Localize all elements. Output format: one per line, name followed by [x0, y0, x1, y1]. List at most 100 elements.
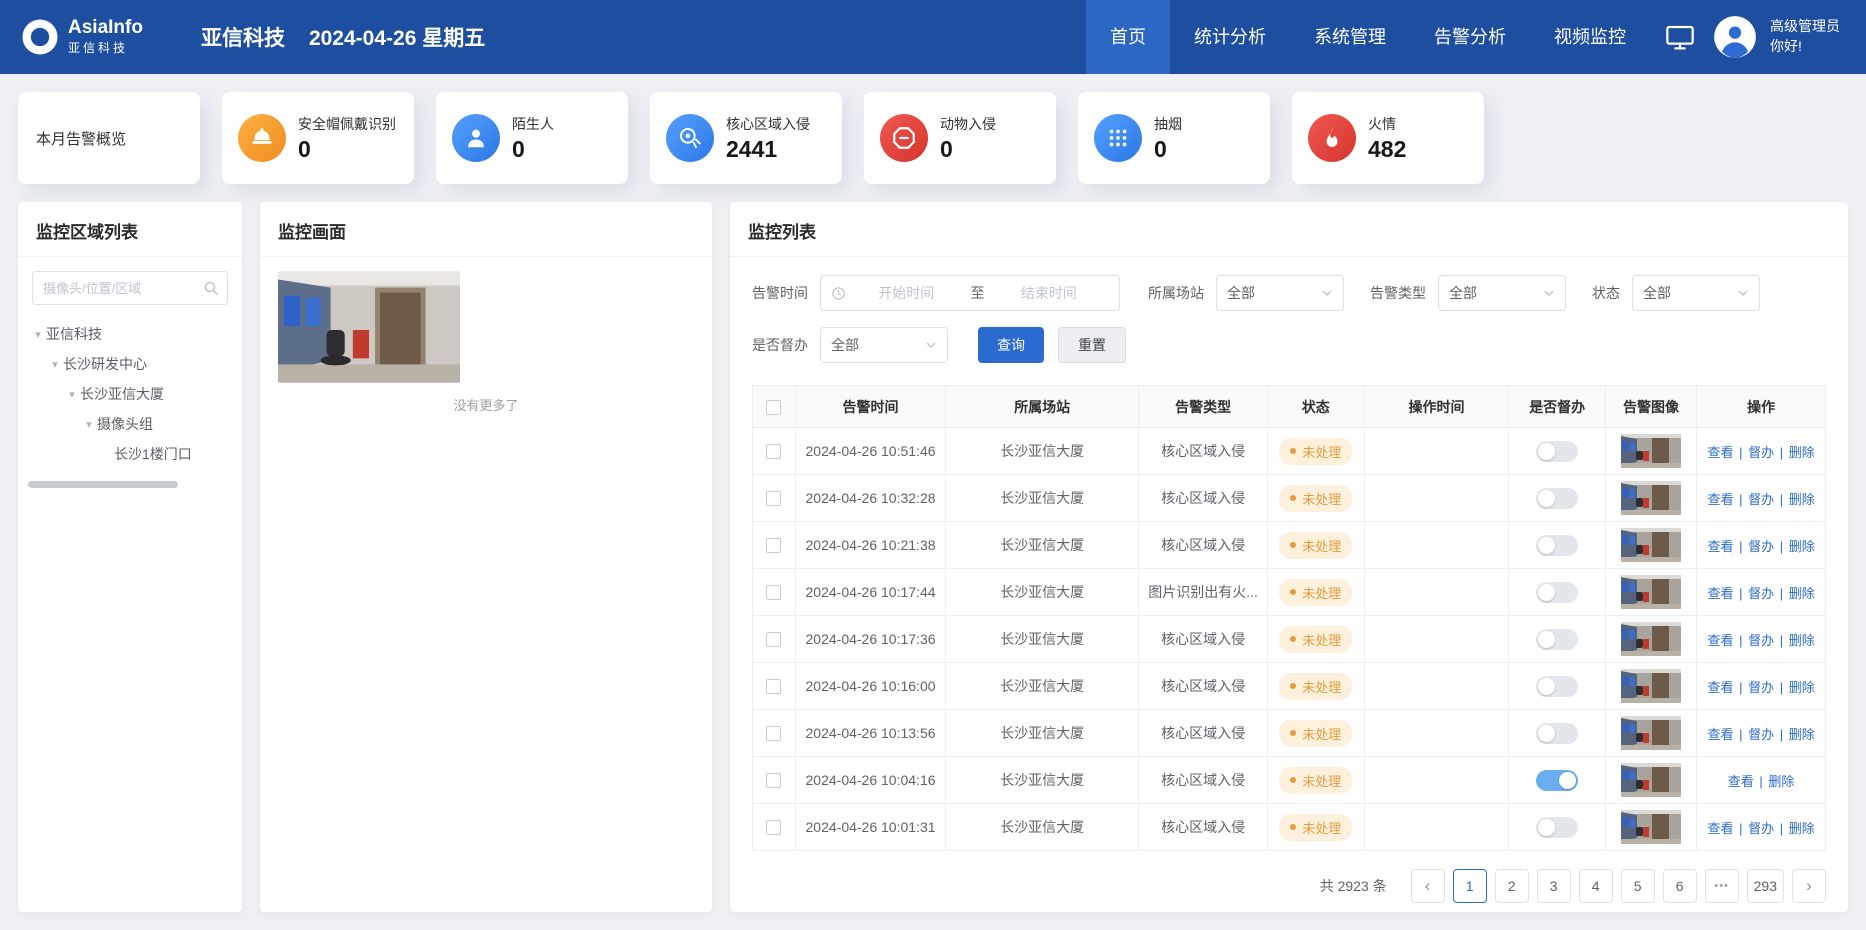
supervise-toggle[interactable]: [1536, 817, 1578, 838]
tree-node[interactable]: ▾ 长沙亚信大厦: [26, 379, 238, 409]
search-input[interactable]: [32, 271, 228, 305]
status-select[interactable]: 全部: [1632, 275, 1760, 311]
row-action-supervise[interactable]: 督办: [1748, 492, 1774, 507]
row-checkbox[interactable]: [766, 820, 781, 835]
row-action-supervise[interactable]: 督办: [1748, 633, 1774, 648]
tree-node[interactable]: ▾ 长沙研发中心: [26, 349, 238, 379]
nav-item-video-monitor[interactable]: 视频监控: [1530, 0, 1650, 74]
tree-expand-icon[interactable]: ▾: [64, 388, 80, 401]
alarm-image-thumbnail[interactable]: [1621, 481, 1681, 515]
page-button-5[interactable]: 5: [1621, 869, 1655, 903]
row-action-delete[interactable]: 删除: [1789, 445, 1815, 460]
alarm-image-thumbnail[interactable]: [1621, 669, 1681, 703]
row-action-supervise[interactable]: 督办: [1748, 821, 1774, 836]
next-page-button[interactable]: ›: [1792, 869, 1826, 903]
row-action-supervise[interactable]: 督办: [1748, 727, 1774, 742]
row-checkbox[interactable]: [766, 632, 781, 647]
row-action-view[interactable]: 查看: [1707, 586, 1733, 601]
station-select[interactable]: 全部: [1216, 275, 1344, 311]
nav-item-statistics[interactable]: 统计分析: [1170, 0, 1290, 74]
alarm-image-thumbnail[interactable]: [1621, 622, 1681, 656]
page-button-1[interactable]: 1: [1453, 869, 1487, 903]
supervise-toggle[interactable]: [1536, 770, 1578, 791]
row-action-delete[interactable]: 删除: [1789, 727, 1815, 742]
alarm-image-thumbnail[interactable]: [1621, 528, 1681, 562]
tree-node[interactable]: ▾ 摄像头组: [26, 409, 238, 439]
row-checkbox[interactable]: [766, 773, 781, 788]
supervise-toggle[interactable]: [1536, 441, 1578, 462]
date-range-picker[interactable]: 开始时间 至 结束时间: [820, 275, 1120, 311]
prev-page-button[interactable]: ‹: [1411, 869, 1445, 903]
tree-expand-icon[interactable]: ▾: [30, 328, 46, 341]
page-button-6[interactable]: 6: [1663, 869, 1697, 903]
search-icon[interactable]: [203, 280, 219, 296]
supervise-select[interactable]: 全部: [820, 327, 948, 363]
row-checkbox[interactable]: [766, 726, 781, 741]
row-action-view[interactable]: 查看: [1707, 821, 1733, 836]
row-action-supervise[interactable]: 督办: [1748, 539, 1774, 554]
row-action-view[interactable]: 查看: [1707, 680, 1733, 695]
tree-expand-icon[interactable]: ▾: [81, 418, 97, 431]
alarm-image-thumbnail[interactable]: [1621, 575, 1681, 609]
row-action-view[interactable]: 查看: [1707, 727, 1733, 742]
row-action-view[interactable]: 查看: [1728, 774, 1754, 789]
start-time-placeholder[interactable]: 开始时间: [846, 283, 967, 303]
row-checkbox[interactable]: [766, 444, 781, 459]
alarm-image-thumbnail[interactable]: [1621, 810, 1681, 844]
tree-node[interactable]: 长沙1楼门口: [26, 439, 238, 469]
stat-card[interactable]: 安全帽佩戴识别 0: [222, 92, 414, 184]
row-action-supervise[interactable]: 督办: [1748, 586, 1774, 601]
pagination-ellipsis[interactable]: •••: [1705, 869, 1739, 903]
row-checkbox[interactable]: [766, 679, 781, 694]
nav-item-home[interactable]: 首页: [1086, 0, 1170, 74]
alarm-image-thumbnail[interactable]: [1621, 716, 1681, 750]
row-action-delete[interactable]: 删除: [1789, 633, 1815, 648]
query-button[interactable]: 查询: [978, 327, 1044, 363]
row-action-delete[interactable]: 删除: [1789, 492, 1815, 507]
stat-card[interactable]: 火情 482: [1292, 92, 1484, 184]
row-action-supervise[interactable]: 督办: [1748, 680, 1774, 695]
row-action-supervise[interactable]: 督办: [1748, 445, 1774, 460]
supervise-toggle[interactable]: [1536, 723, 1578, 744]
page-button-2[interactable]: 2: [1495, 869, 1529, 903]
supervise-toggle[interactable]: [1536, 582, 1578, 603]
alarm-image-thumbnail[interactable]: [1621, 763, 1681, 797]
stat-card[interactable]: 陌生人 0: [436, 92, 628, 184]
horizontal-scrollbar[interactable]: [28, 481, 178, 488]
stat-card[interactable]: 核心区域入侵 2441: [650, 92, 842, 184]
row-checkbox[interactable]: [766, 491, 781, 506]
alarm-image-thumbnail[interactable]: [1621, 434, 1681, 468]
row-action-view[interactable]: 查看: [1707, 539, 1733, 554]
row-action-delete[interactable]: 删除: [1768, 774, 1794, 789]
select-all-checkbox[interactable]: [766, 400, 781, 415]
row-action-delete[interactable]: 删除: [1789, 680, 1815, 695]
tree-expand-icon[interactable]: ▾: [47, 358, 63, 371]
stat-card[interactable]: 抽烟 0: [1078, 92, 1270, 184]
page-button-4[interactable]: 4: [1579, 869, 1613, 903]
reset-button[interactable]: 重置: [1058, 327, 1126, 363]
supervise-toggle[interactable]: [1536, 488, 1578, 509]
row-action-delete[interactable]: 删除: [1789, 586, 1815, 601]
page-button-293[interactable]: 293: [1747, 869, 1784, 903]
supervise-toggle[interactable]: [1536, 535, 1578, 556]
row-action-view[interactable]: 查看: [1707, 445, 1733, 460]
row-action-view[interactable]: 查看: [1707, 633, 1733, 648]
row-action-delete[interactable]: 删除: [1789, 539, 1815, 554]
nav-item-system[interactable]: 系统管理: [1290, 0, 1410, 74]
row-checkbox[interactable]: [766, 585, 781, 600]
row-action-delete[interactable]: 删除: [1789, 821, 1815, 836]
supervise-toggle[interactable]: [1536, 629, 1578, 650]
supervise-toggle[interactable]: [1536, 676, 1578, 697]
row-checkbox[interactable]: [766, 538, 781, 553]
user-info[interactable]: 高级管理员 你好!: [1770, 17, 1840, 56]
avatar[interactable]: [1714, 16, 1756, 58]
row-action-view[interactable]: 查看: [1707, 492, 1733, 507]
alarm-type-select[interactable]: 全部: [1438, 275, 1566, 311]
stat-card[interactable]: 动物入侵 0: [864, 92, 1056, 184]
tree-node[interactable]: ▾ 亚信科技: [26, 319, 238, 349]
end-time-placeholder[interactable]: 结束时间: [989, 283, 1110, 303]
camera-preview-image[interactable]: [278, 271, 460, 383]
nav-item-alarm-analysis[interactable]: 告警分析: [1410, 0, 1530, 74]
screen-monitor-icon[interactable]: [1664, 21, 1700, 53]
page-button-3[interactable]: 3: [1537, 869, 1571, 903]
